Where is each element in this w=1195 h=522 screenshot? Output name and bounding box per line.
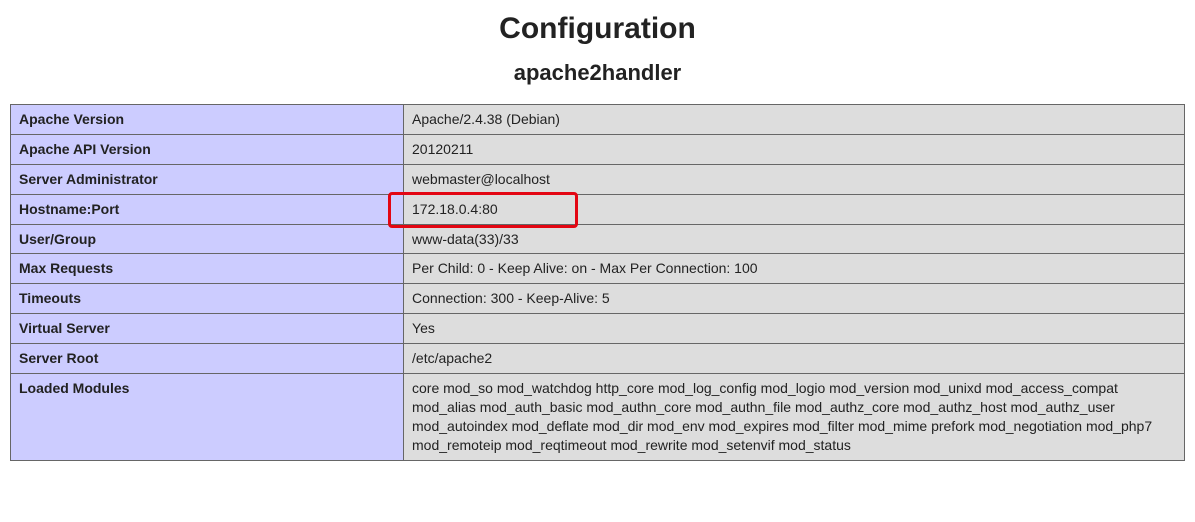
page-title: Configuration <box>10 12 1185 46</box>
config-key: Hostname:Port <box>11 194 404 224</box>
config-table-container: Apache Version Apache/2.4.38 (Debian) Ap… <box>10 104 1185 461</box>
config-key: Server Root <box>11 344 404 374</box>
table-row: Apache Version Apache/2.4.38 (Debian) <box>11 105 1185 135</box>
config-key: Apache API Version <box>11 134 404 164</box>
config-table: Apache Version Apache/2.4.38 (Debian) Ap… <box>10 104 1185 461</box>
config-val: Per Child: 0 - Keep Alive: on - Max Per … <box>404 254 1185 284</box>
table-row: Max Requests Per Child: 0 - Keep Alive: … <box>11 254 1185 284</box>
table-row: Hostname:Port 172.18.0.4:80 <box>11 194 1185 224</box>
table-row: Server Root /etc/apache2 <box>11 344 1185 374</box>
config-key: Virtual Server <box>11 314 404 344</box>
config-val: 20120211 <box>404 134 1185 164</box>
config-val: webmaster@localhost <box>404 164 1185 194</box>
table-row: Apache API Version 20120211 <box>11 134 1185 164</box>
config-key: Server Administrator <box>11 164 404 194</box>
config-val: www-data(33)/33 <box>404 224 1185 254</box>
table-row: User/Group www-data(33)/33 <box>11 224 1185 254</box>
config-key: Apache Version <box>11 105 404 135</box>
config-val: Connection: 300 - Keep-Alive: 5 <box>404 284 1185 314</box>
config-key: User/Group <box>11 224 404 254</box>
config-key: Max Requests <box>11 254 404 284</box>
section-title: apache2handler <box>10 60 1185 86</box>
config-val: /etc/apache2 <box>404 344 1185 374</box>
table-row: Virtual Server Yes <box>11 314 1185 344</box>
config-val: Apache/2.4.38 (Debian) <box>404 105 1185 135</box>
table-row: Loaded Modules core mod_so mod_watchdog … <box>11 374 1185 461</box>
config-val: core mod_so mod_watchdog http_core mod_l… <box>404 374 1185 461</box>
table-row: Server Administrator webmaster@localhost <box>11 164 1185 194</box>
config-key: Timeouts <box>11 284 404 314</box>
config-val: 172.18.0.4:80 <box>404 194 1185 224</box>
config-val: Yes <box>404 314 1185 344</box>
config-key: Loaded Modules <box>11 374 404 461</box>
table-row: Timeouts Connection: 300 - Keep-Alive: 5 <box>11 284 1185 314</box>
